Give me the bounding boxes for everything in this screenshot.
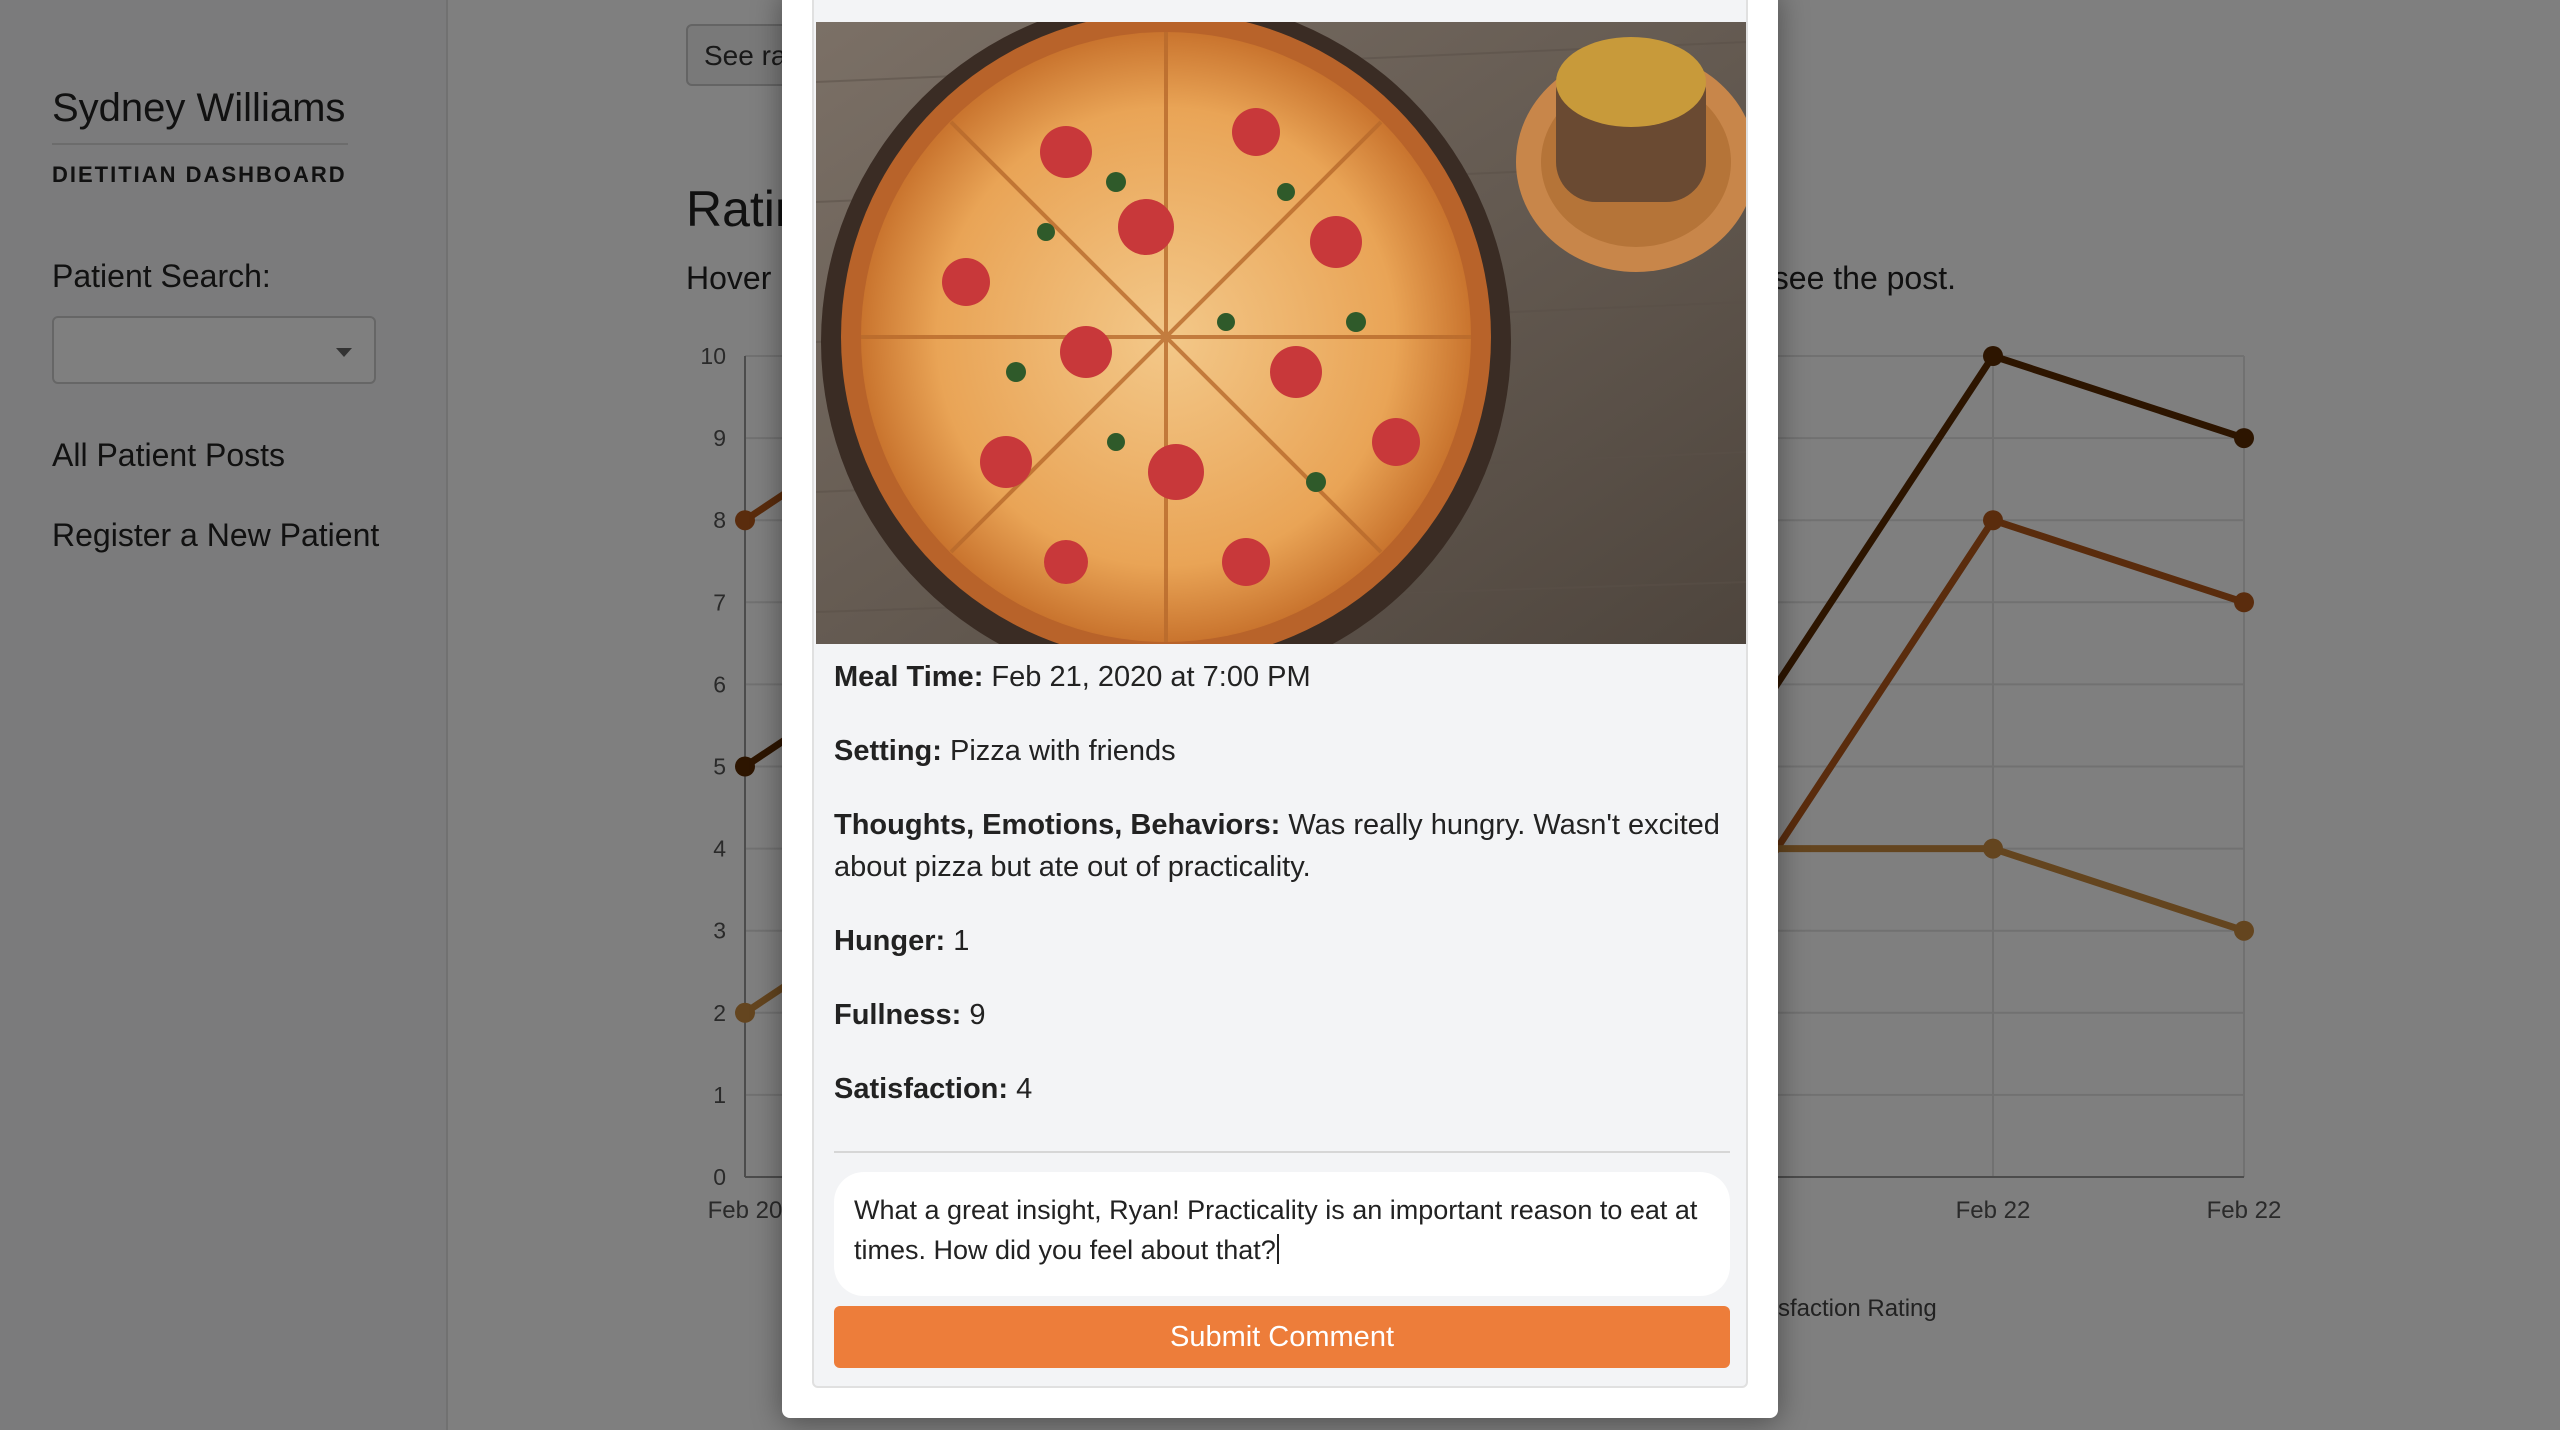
thoughts: Thoughts, Emotions, Behaviors: Was reall…: [834, 804, 1734, 888]
post-card: Meal Time: Feb 21, 2020 at 7:00 PM Setti…: [812, 0, 1748, 1388]
fullness-value: 9: [969, 999, 986, 1031]
hunger: Hunger: 1: [834, 920, 1734, 962]
fullness: Fullness: 9: [834, 994, 1734, 1036]
fullness-label: Fullness:: [834, 999, 962, 1031]
hunger-value: 1: [953, 925, 970, 957]
comment-input[interactable]: What a great insight, Ryan! Practicality…: [834, 1172, 1730, 1296]
hunger-label: Hunger:: [834, 925, 946, 957]
submit-comment-button[interactable]: Submit Comment: [834, 1306, 1730, 1368]
satisfaction: Satisfaction: 4: [834, 1068, 1734, 1110]
meal-time-label: Meal Time:: [834, 661, 984, 693]
setting-value: Pizza with friends: [950, 735, 1176, 767]
divider: [834, 1151, 1730, 1153]
satisfaction-label: Satisfaction:: [834, 1073, 1009, 1105]
thoughts-label: Thoughts, Emotions, Behaviors:: [834, 809, 1281, 841]
comment-text: What a great insight, Ryan! Practicality…: [854, 1195, 1698, 1265]
meal-time: Meal Time: Feb 21, 2020 at 7:00 PM: [834, 656, 1734, 698]
satisfaction-value: 4: [1016, 1073, 1033, 1105]
meal-time-value: Feb 21, 2020 at 7:00 PM: [991, 661, 1311, 693]
meal-photo: [816, 22, 1746, 644]
text-cursor: [1276, 1234, 1279, 1264]
setting: Setting: Pizza with friends: [834, 730, 1734, 772]
post-modal: Meal Time: Feb 21, 2020 at 7:00 PM Setti…: [782, 0, 1778, 1418]
setting-label: Setting:: [834, 735, 942, 767]
